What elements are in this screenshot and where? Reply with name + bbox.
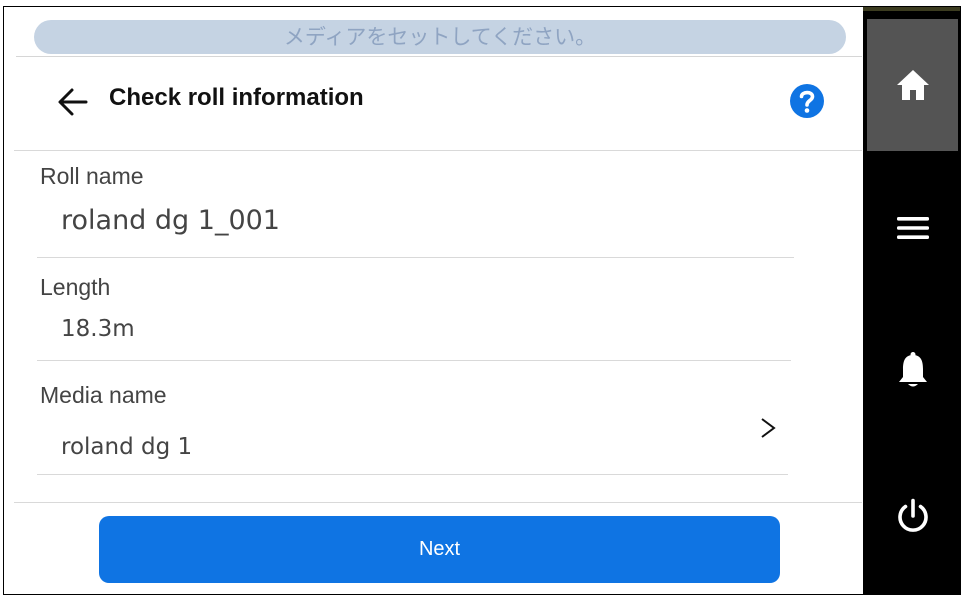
next-button[interactable]: Next: [99, 516, 780, 583]
sidebar-item-menu[interactable]: [867, 162, 958, 294]
app-window: メディアをセットしてください。 Check roll information R…: [3, 6, 961, 595]
sidebar-item-home[interactable]: [867, 19, 958, 151]
menu-icon: [896, 217, 929, 239]
sidebar-item-power[interactable]: [867, 450, 958, 582]
home-icon: [896, 70, 929, 100]
chevron-right-icon[interactable]: [759, 415, 777, 441]
bell-icon: [898, 352, 927, 387]
length-label: Length: [40, 274, 111, 300]
sidebar-item-notifications[interactable]: [867, 305, 958, 437]
header-bottom-divider: [14, 150, 862, 151]
power-icon: [897, 498, 928, 532]
roll-name-value: roland dg 1_001: [61, 205, 280, 236]
media-name-value: roland dg 1: [61, 434, 193, 460]
status-message-bar: メディアをセットしてください。: [34, 20, 846, 54]
media-name-divider: [37, 474, 788, 475]
page-title: Check roll information: [109, 84, 364, 111]
roll-name-divider: [37, 257, 794, 258]
media-name-label: Media name: [40, 382, 167, 408]
roll-name-label: Roll name: [40, 163, 144, 189]
sidebar-top-strip: [863, 7, 960, 11]
help-icon[interactable]: [789, 83, 825, 119]
header-divider: [16, 56, 862, 57]
footer-divider: [14, 502, 862, 503]
length-divider: [37, 360, 791, 361]
length-value: 18.3m: [61, 316, 135, 342]
sidebar: [863, 7, 960, 594]
back-arrow-icon[interactable]: [56, 87, 90, 117]
